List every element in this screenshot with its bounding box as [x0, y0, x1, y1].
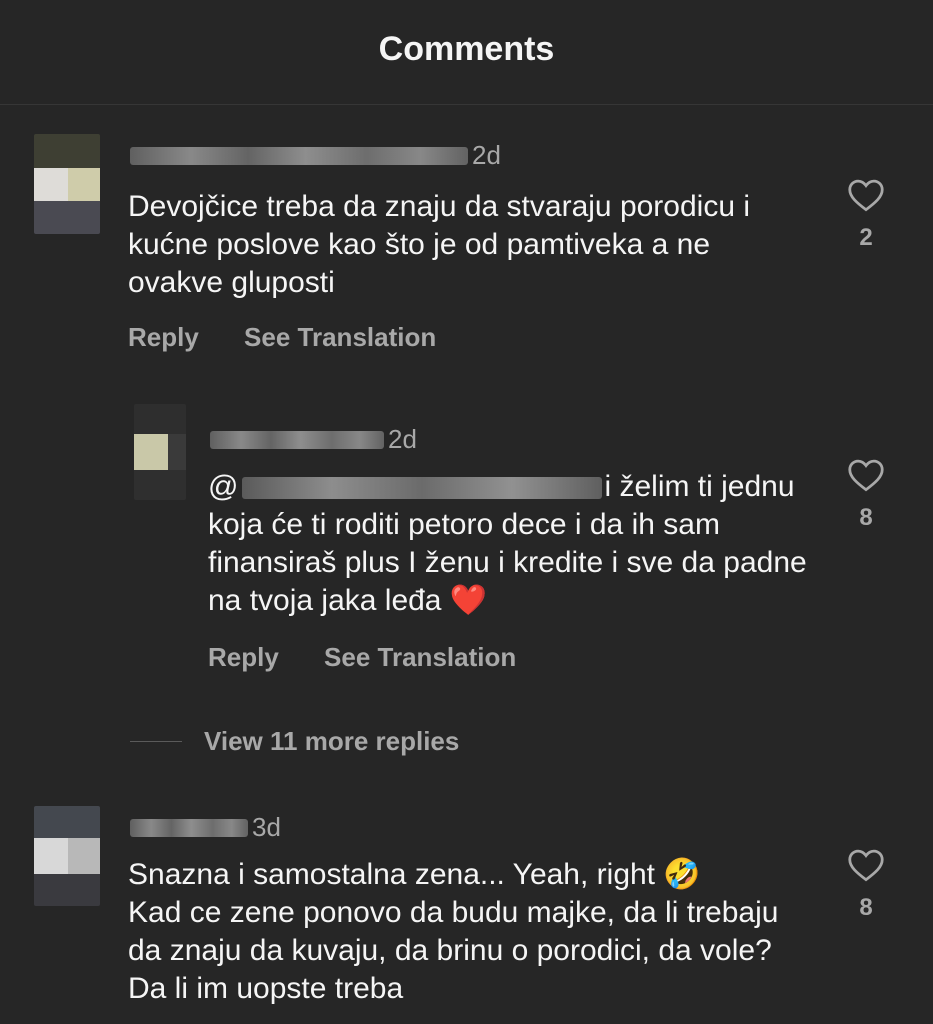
heart-emoji: ❤️: [449, 584, 488, 617]
like-button[interactable]: 8: [836, 458, 896, 532]
mention-blurred[interactable]: [242, 477, 603, 500]
comment-body-continued: Kad ce zene ponovo da budu majke, da li …: [128, 896, 779, 1005]
rofl-emoji: 🤣: [663, 858, 701, 891]
comment-time: 3d: [252, 812, 281, 842]
username-blurred[interactable]: [210, 430, 384, 449]
avatar[interactable]: [134, 404, 186, 500]
comment-actions: Reply See Translation: [128, 322, 436, 353]
like-button[interactable]: 2: [836, 178, 896, 252]
reply-button[interactable]: Reply: [208, 642, 279, 672]
comment-text: Devojčice treba da znaju da stvaraju por…: [128, 190, 751, 299]
username-blurred[interactable]: [130, 818, 248, 837]
heart-outline-icon[interactable]: [847, 458, 885, 492]
like-count: 2: [859, 224, 873, 251]
mention-prefix: @: [208, 470, 239, 503]
comment-time: 2d: [472, 140, 501, 170]
like-button[interactable]: 8: [836, 848, 896, 922]
comment-meta: 2d: [130, 140, 501, 171]
like-count: 8: [859, 504, 873, 531]
see-translation-button[interactable]: See Translation: [324, 642, 516, 672]
view-more-replies-label[interactable]: View 11 more replies: [204, 726, 459, 756]
see-translation-button[interactable]: See Translation: [244, 322, 436, 352]
comment-actions: Reply See Translation: [208, 642, 516, 673]
comment-text: Snazna i samostalna zena... Yeah, right …: [128, 856, 788, 1008]
comments-header: Comments: [0, 0, 933, 105]
comment-meta: 2d: [210, 424, 417, 455]
comment-time: 2d: [388, 424, 417, 454]
comment-body: Snazna i samostalna zena... Yeah, right: [128, 858, 656, 891]
view-more-replies[interactable]: View 11 more replies: [130, 726, 459, 757]
heart-outline-icon[interactable]: [847, 178, 885, 212]
avatar[interactable]: [34, 134, 100, 234]
username-blurred[interactable]: [130, 146, 468, 165]
avatar[interactable]: [34, 806, 100, 906]
comment-meta: 3d: [130, 812, 281, 843]
reply-button[interactable]: Reply: [128, 322, 199, 352]
divider-line: [130, 741, 182, 742]
comment-text: @ i želim ti jednu koja će ti roditi peto…: [208, 468, 808, 620]
heart-outline-icon[interactable]: [847, 848, 885, 882]
like-count: 8: [859, 894, 873, 921]
page-title: Comments: [378, 30, 555, 68]
